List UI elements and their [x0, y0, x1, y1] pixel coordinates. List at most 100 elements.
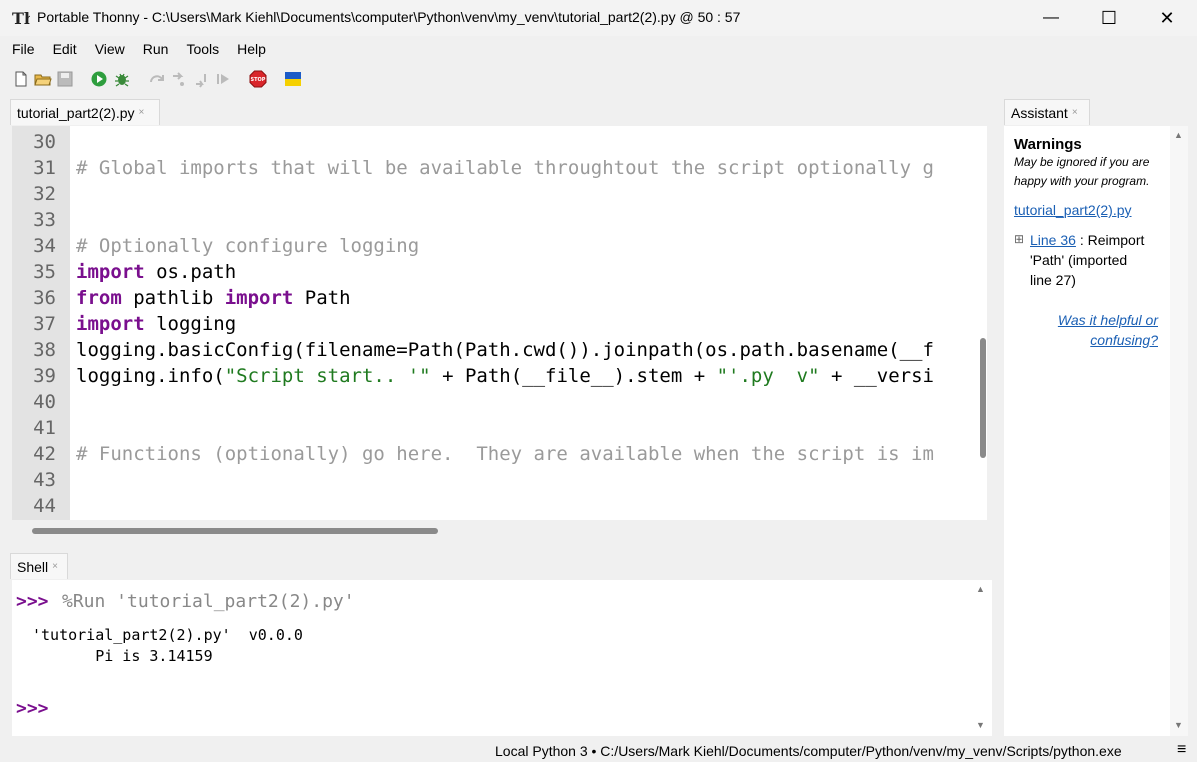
code-line[interactable]: # Optionally configure logging	[76, 233, 970, 259]
tab-close-icon[interactable]: ×	[52, 561, 58, 572]
line-number: 42	[33, 443, 56, 465]
line-number: 30	[33, 131, 56, 153]
maximize-button[interactable]: ☐	[1080, 0, 1138, 36]
code-line[interactable]: # Global imports that will be available …	[76, 155, 970, 181]
line-number: 35	[33, 261, 56, 283]
svg-text:Th: Th	[12, 9, 30, 27]
open-file-icon[interactable]	[34, 70, 52, 88]
warning-text: : Reimport	[1075, 232, 1145, 248]
code-text: logging.basicConfig(filename=Path(Path.c…	[76, 339, 934, 361]
new-file-icon[interactable]	[12, 70, 30, 88]
minimize-button[interactable]: —	[1022, 0, 1080, 36]
code-line[interactable]: logging.info("Script start.. '" + Path(_…	[76, 363, 970, 389]
window-edge	[1188, 126, 1197, 736]
line-number: 41	[33, 417, 56, 439]
menu-file[interactable]: File	[0, 41, 43, 57]
line-number: 40	[33, 391, 56, 413]
code-keyword: import	[76, 261, 145, 283]
shell-output-line: 'tutorial_part2(2).py' v0.0.0	[32, 626, 303, 644]
menu-tools[interactable]: Tools	[184, 41, 227, 57]
tab-label: tutorial_part2(2).py	[17, 104, 135, 121]
stop-icon[interactable]: STOP	[249, 70, 267, 88]
code-line[interactable]: logging.basicConfig(filename=Path(Path.c…	[76, 337, 970, 363]
code-text: + Path(__file__).stem +	[430, 365, 717, 387]
code-text: logging	[144, 313, 237, 335]
feedback-link[interactable]: Was it helpful or	[1058, 312, 1158, 328]
menu-view[interactable]: View	[93, 41, 133, 57]
thonny-logo-icon: Th	[12, 9, 30, 27]
menu-edit[interactable]: Edit	[51, 41, 85, 57]
expand-icon[interactable]: ⊞	[1014, 232, 1024, 246]
close-icon: ✕	[1159, 7, 1175, 28]
line-number: 34	[33, 235, 56, 257]
status-menu-icon[interactable]: ≡	[1177, 741, 1186, 759]
editor-horizontal-scrollbar[interactable]	[32, 528, 438, 534]
file-link[interactable]: tutorial_part2(2).py	[1014, 202, 1132, 218]
warnings-heading: Warnings	[1014, 136, 1082, 153]
code-text: + __versi	[819, 365, 934, 387]
line-number: 32	[33, 183, 56, 205]
line-number: 36	[33, 287, 56, 309]
line-number: 38	[33, 339, 56, 361]
code-line[interactable]	[76, 493, 970, 519]
close-button[interactable]: ✕	[1138, 0, 1196, 36]
editor-vertical-scrollbar[interactable]	[980, 338, 986, 458]
code-line[interactable]: import os.path	[76, 259, 970, 285]
line-number: 39	[33, 365, 56, 387]
interpreter-status[interactable]: Local Python 3 • C:/Users/Mark Kiehl/Doc…	[495, 743, 1122, 759]
code-line[interactable]	[76, 129, 970, 155]
line-number: 37	[33, 313, 56, 335]
toolbar: STOP	[0, 64, 1197, 94]
tab-close-icon[interactable]: ×	[139, 107, 145, 118]
scroll-up-icon[interactable]: ▲	[1174, 130, 1183, 140]
code-comment: # Global imports that will be available …	[76, 157, 934, 179]
code-line[interactable]: from pathlib import Path	[76, 285, 970, 311]
code-line[interactable]	[76, 389, 970, 415]
assistant-scrollbar[interactable]: ▲ ▼	[1170, 126, 1188, 736]
code-text: pathlib	[121, 287, 225, 309]
warnings-note: May be ignored if you are	[1014, 155, 1150, 169]
tab-label: Shell	[17, 558, 49, 575]
feedback-link[interactable]: confusing?	[1090, 332, 1158, 348]
code-line[interactable]: # Functions (optionally) go here. They a…	[76, 441, 970, 467]
step-into-icon[interactable]	[170, 70, 188, 88]
warning-line-link[interactable]: Line 36	[1030, 232, 1076, 248]
scroll-up-icon[interactable]: ▲	[976, 584, 985, 594]
tab-shell[interactable]: Shell ×	[10, 553, 68, 579]
tab-close-icon[interactable]: ×	[1072, 107, 1078, 118]
shell-output-line: Pi is 3.14159	[32, 647, 213, 665]
shell-prompt[interactable]: >>>	[16, 698, 49, 719]
line-number: 31	[33, 157, 56, 179]
code-keyword: import	[76, 313, 145, 335]
menu-run[interactable]: Run	[141, 41, 177, 57]
tab-label: Assistant	[1011, 104, 1068, 121]
resume-icon[interactable]	[214, 70, 232, 88]
code-comment: # Functions (optionally) go here. They a…	[76, 443, 934, 465]
code-keyword: from	[76, 287, 122, 309]
code-string: "'.py v"	[716, 365, 820, 387]
step-over-icon[interactable]	[148, 70, 166, 88]
shell-run-command: %Run 'tutorial_part2(2).py'	[62, 591, 355, 612]
tab-assistant[interactable]: Assistant ×	[1004, 99, 1090, 125]
tab-editor-file[interactable]: tutorial_part2(2).py ×	[10, 99, 160, 125]
maximize-icon: ☐	[1100, 7, 1118, 28]
code-line[interactable]	[76, 207, 970, 233]
debug-icon[interactable]	[113, 70, 131, 88]
save-icon[interactable]	[56, 70, 74, 88]
step-out-icon[interactable]	[192, 70, 210, 88]
shell-panel[interactable]: >>> %Run 'tutorial_part2(2).py' 'tutoria…	[12, 580, 992, 736]
code-text: Path	[293, 287, 351, 309]
code-line[interactable]: import logging	[76, 311, 970, 337]
svg-text:STOP: STOP	[251, 77, 266, 83]
code-line[interactable]	[76, 181, 970, 207]
warnings-note: happy with your program.	[1014, 174, 1150, 188]
scroll-down-icon[interactable]: ▼	[1174, 720, 1183, 730]
scroll-down-icon[interactable]: ▼	[976, 720, 985, 730]
menu-help[interactable]: Help	[235, 41, 274, 57]
ukraine-flag-icon[interactable]	[284, 70, 302, 88]
shell-prompt: >>>	[16, 591, 49, 612]
code-line[interactable]	[76, 415, 970, 441]
code-line[interactable]	[76, 467, 970, 493]
warning-text: 'Path' (imported	[1030, 252, 1128, 268]
run-icon[interactable]	[90, 70, 108, 88]
